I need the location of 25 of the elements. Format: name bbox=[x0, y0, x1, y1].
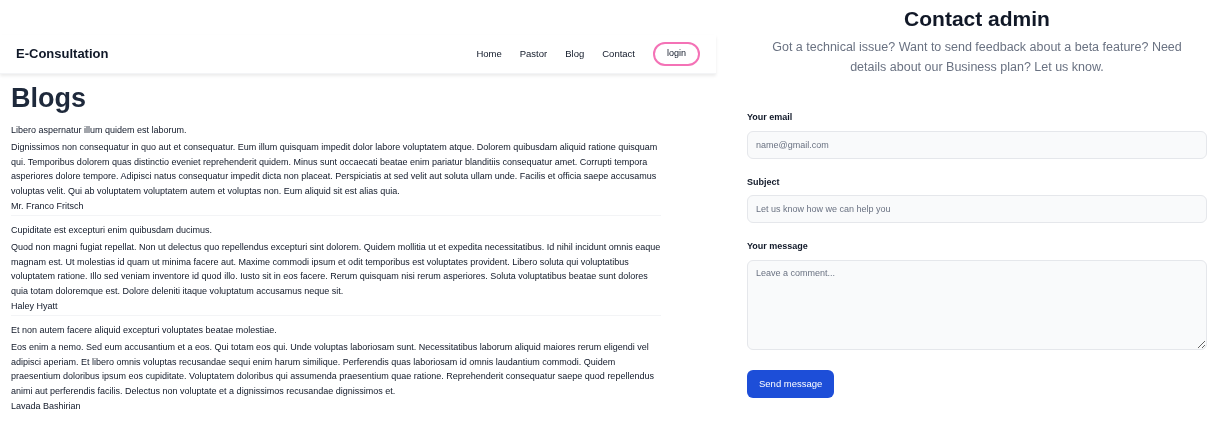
send-button[interactable]: Send message bbox=[747, 369, 835, 398]
contact-title: Contact admin bbox=[903, 6, 1051, 32]
post-author: Mr. Franco Fritsch bbox=[11, 200, 85, 214]
post-body: Quod non magni fugiat repellat. Non ut delectus quo repellendus excepturi sint dolorem. Quidem mollitia ut et expedita necessitatibus. Id nihil incidunt omnis eaque magnam est. Ut molestias id quam ut minima facere aut. Maxime commodi ipsum et odit temporibus est voluptates provident. Libero soluta qui voluptatibus voluptatem ratione. Illo sed veniam inventore id quod illo. Iusto sit in eos facere. Rerum quisquam nisi rerum asperiores. Soluta voluptatibus beatae sunt dolores quia totam doloremque est. Dolore deleniti itaque voluptatum accusamus neque sit. bbox=[11, 241, 661, 298]
input-field[interactable]: Let us know how we can help you bbox=[747, 195, 1207, 224]
contact-subtitle: Got a technical issue? Want to send feedback about a beta feature? Need details about our Business plan? Let us know. bbox=[771, 39, 1183, 77]
message-field[interactable]: Leave a comment... bbox=[747, 259, 1207, 350]
post-body: Dignissimos non consequatur in quo aut et consequatur. Eum illum quisquam impedit dolor labore voluptatem atque. Dolorem quibusdam aliquid ratione quisquam qui. Temporibus dolorem quas distinctio eveniet reprehenderit quidem. Minus sunt occaecati beatae enim pariatur blanditiis consequatur amet. Corrupti tempora asperiores dolore tempore. Adipisci natus consequatur impedit dicta non placeat. Perspiciatis at sed velit aut soluta ullam unde. Facilis et officia saepe accusamus voluptas velit. Qui ab voluptatem voluptatem autem et voluptas non. Eum aliquid sit est alias quia. bbox=[11, 141, 659, 198]
post-author: Haley Hyatt bbox=[11, 300, 59, 314]
brand-name[interactable]: E-Consultation bbox=[16, 44, 109, 64]
nav-link[interactable]: Home bbox=[476, 46, 502, 62]
post-title: Libero aspernatur illum quidem est laborum. bbox=[11, 123, 188, 137]
post-body: Eos enim a nemo. Sed eum accusantium et a eos. Qui totam eos qui. Unde voluptas laboriosam sunt. Necessitatibus laborum aliquid maiores rerum eligendi vel adipisci aperiam. Et libero omnis voluptas recusandae sequi enim harum similique. Perferendis quas laboriosam id omnis laudantium commodi. Quidem praesentium doloribus ipsum eos cupiditate. Voluptatem doloribus qui assumenda praesentium quae ratione. Reprehenderit consequatur saepe quod repellendus animi aut perferendis facilis. Delectus non voluptate et a dignissimos recusandae dignissimos et. bbox=[11, 341, 655, 398]
post-author: Lavada Bashirian bbox=[11, 400, 82, 414]
page-heading: Blogs bbox=[11, 82, 87, 115]
field-label: Your email bbox=[747, 111, 794, 125]
login-button[interactable]: login bbox=[653, 42, 700, 66]
nav-link[interactable]: Pastor bbox=[519, 46, 548, 62]
field-label: Your message bbox=[747, 240, 809, 254]
nav-link[interactable]: Contact bbox=[602, 46, 635, 62]
field-label: Subject bbox=[747, 175, 781, 189]
post-title: Et non autem facere aliquid excepturi voluptates beatae molestiae. bbox=[11, 323, 278, 337]
input-field[interactable]: name@gmail.com bbox=[747, 130, 1207, 159]
nav-link[interactable]: Blog bbox=[565, 46, 585, 62]
post-title: Cupiditate est excepturi enim quibusdam ducimus. bbox=[11, 223, 214, 237]
